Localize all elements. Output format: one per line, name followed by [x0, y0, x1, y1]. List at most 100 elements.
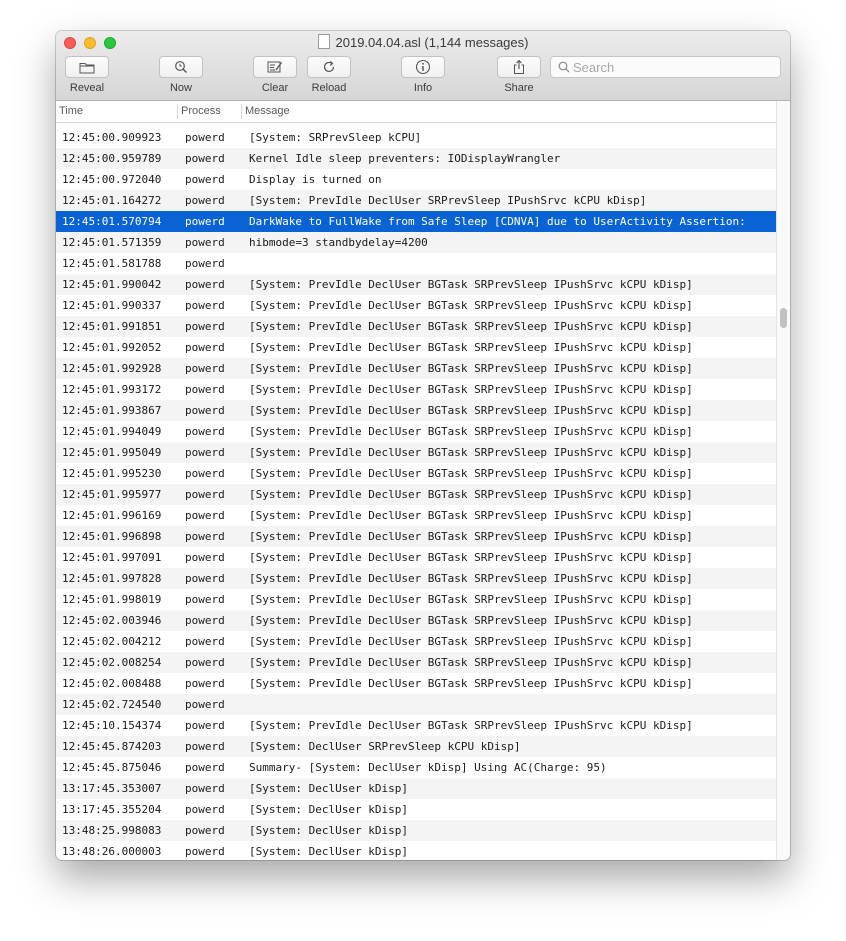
table-row[interactable]: 12:45:00.959789 powerd Kernel Idle sleep p… [56, 148, 776, 169]
row-message: [System: PrevIdle DeclUser BGTask SRPrev… [249, 719, 693, 732]
column-divider[interactable] [177, 104, 178, 119]
row-process: powerd [185, 362, 225, 375]
row-time: 12:45:01.992052 [62, 341, 162, 354]
row-process: powerd [185, 509, 225, 522]
table-row[interactable]: 12:45:01.995230 powerd [System: PrevIdle D… [56, 463, 776, 484]
row-process: powerd [185, 593, 225, 606]
row-message: [System: PrevIdle DeclUser BGTask SRPrev… [249, 299, 693, 312]
row-process: powerd [185, 635, 225, 648]
table-row[interactable]: 12:45:00.909923 powerd [System: SRPrevSlee… [56, 127, 776, 148]
table-row[interactable]: 12:45:45.875046 powerd Summary- [System: D… [56, 757, 776, 778]
row-message: [System: PrevIdle DeclUser BGTask SRPrev… [249, 467, 693, 480]
info-button[interactable] [401, 56, 445, 78]
row-time: 12:45:01.994049 [62, 425, 162, 438]
table-row[interactable]: 12:45:10.154374 powerd [System: PrevIdle D… [56, 715, 776, 736]
table-row[interactable]: 12:45:02.008488 powerd [System: PrevIdle D… [56, 673, 776, 694]
row-message: [System: PrevIdle DeclUser BGTask SRPrev… [249, 572, 693, 585]
table-row[interactable]: 12:45:01.581788 powerd [56, 253, 776, 274]
search-input[interactable] [573, 59, 773, 75]
row-time: 12:45:01.993867 [62, 404, 162, 417]
table-row[interactable]: 12:45:01.997091 powerd [System: PrevIdle D… [56, 547, 776, 568]
vertical-scrollbar[interactable] [776, 101, 790, 860]
row-time: 12:45:02.003946 [62, 614, 162, 627]
table-row[interactable]: 12:45:02.004212 powerd [System: PrevIdle D… [56, 631, 776, 652]
row-time: 12:45:01.993172 [62, 383, 162, 396]
column-divider[interactable] [241, 104, 242, 119]
now-label: Now [169, 82, 192, 94]
table-row[interactable]: 13:48:26.000003 powerd [System: DeclUser k… [56, 841, 776, 860]
search-field[interactable] [550, 56, 781, 78]
row-time: 12:45:02.008488 [62, 677, 162, 690]
row-time: 13:17:45.353007 [62, 782, 162, 795]
table-row[interactable]: 12:45:02.724540 powerd [56, 694, 776, 715]
table-row[interactable]: 13:48:25.998083 powerd [System: DeclUser k… [56, 820, 776, 841]
table-row[interactable]: 12:45:45.874203 powerd [System: DeclUser S… [56, 736, 776, 757]
reveal-label: Reveal [69, 82, 105, 94]
row-time: 12:45:01.997828 [62, 572, 162, 585]
table-row[interactable]: 13:17:45.353007 powerd [System: DeclUser k… [56, 778, 776, 799]
reveal-button[interactable] [65, 56, 109, 78]
row-process: powerd [185, 194, 225, 207]
row-message: [System: PrevIdle DeclUser BGTask SRPrev… [249, 425, 693, 438]
row-time: 12:45:02.008254 [62, 656, 162, 669]
row-message: [System: PrevIdle DeclUser BGTask SRPrev… [249, 635, 693, 648]
row-time: 12:45:01.164272 [62, 194, 162, 207]
table-row[interactable]: 12:45:01.993172 powerd [System: PrevIdle D… [56, 379, 776, 400]
row-message: [System: PrevIdle DeclUser BGTask SRPrev… [249, 530, 693, 543]
magnifier-clock-icon [175, 61, 187, 73]
row-message: [System: DeclUser kDisp] [249, 824, 408, 837]
column-header: Time Process Message [56, 101, 776, 123]
row-time: 12:45:01.997091 [62, 551, 162, 564]
row-process: powerd [185, 152, 225, 165]
table-row[interactable]: 12:45:01.990042 powerd [System: PrevIdle D… [56, 274, 776, 295]
column-header-process[interactable]: Process [181, 105, 221, 117]
table-row[interactable]: 12:45:01.571359 powerd hibmode=3 standbyde… [56, 232, 776, 253]
window-title-text: 2019.04.04.asl (1,144 messages) [335, 35, 529, 50]
now-button[interactable] [159, 56, 203, 78]
table-row[interactable]: 12:45:01.994049 powerd [System: PrevIdle D… [56, 421, 776, 442]
clear-log-icon [267, 61, 283, 73]
share-button[interactable] [497, 56, 541, 78]
table-row[interactable]: 12:45:01.570794 powerd DarkWake to FullWak… [56, 211, 776, 232]
row-time: 12:45:10.154374 [62, 719, 162, 732]
table-row[interactable]: 12:45:01.164272 powerd [System: PrevIdle D… [56, 190, 776, 211]
row-time: 13:48:26.000003 [62, 845, 162, 858]
table-row[interactable]: 12:45:01.991851 powerd [System: PrevIdle D… [56, 316, 776, 337]
row-time: 12:45:01.995049 [62, 446, 162, 459]
row-message: Summary- [System: DeclUser kDisp] Using … [249, 761, 607, 774]
folder-icon [79, 62, 95, 73]
clear-button[interactable] [253, 56, 297, 78]
row-message: [System: PrevIdle DeclUser SRPrevSleep I… [249, 194, 647, 207]
row-process: powerd [185, 341, 225, 354]
scrollbar-thumb[interactable] [780, 308, 787, 328]
column-header-message[interactable]: Message [245, 105, 290, 117]
table-row[interactable]: 12:45:01.992928 powerd [System: PrevIdle D… [56, 358, 776, 379]
table-row[interactable]: 12:45:01.997828 powerd [System: PrevIdle D… [56, 568, 776, 589]
row-message: hibmode=3 standbydelay=4200 [249, 236, 428, 249]
row-message: [System: DeclUser kDisp] [249, 782, 408, 795]
table-row[interactable]: 12:45:01.992052 powerd [System: PrevIdle D… [56, 337, 776, 358]
row-time: 12:45:00.972040 [62, 173, 162, 186]
table-row[interactable]: 12:45:00.972040 powerd Display is turned o… [56, 169, 776, 190]
table-row[interactable]: 12:45:02.008254 powerd [System: PrevIdle D… [56, 652, 776, 673]
row-time: 12:45:01.571359 [62, 236, 162, 249]
table-row[interactable]: 12:45:01.990337 powerd [System: PrevIdle D… [56, 295, 776, 316]
row-message: [System: PrevIdle DeclUser BGTask SRPrev… [249, 509, 693, 522]
row-time: 12:45:01.990337 [62, 299, 162, 312]
table-row[interactable]: 12:45:01.996898 powerd [System: PrevIdle D… [56, 526, 776, 547]
table-row[interactable]: 12:45:01.995977 powerd [System: PrevIdle D… [56, 484, 776, 505]
row-time: 12:45:01.990042 [62, 278, 162, 291]
row-message: Display is turned on [249, 173, 382, 186]
table-row[interactable]: 12:45:01.998019 powerd [System: PrevIdle D… [56, 589, 776, 610]
reload-icon [323, 61, 335, 73]
reload-button[interactable] [307, 56, 351, 78]
table-row[interactable]: 12:45:01.996169 powerd [System: PrevIdle D… [56, 505, 776, 526]
table-row[interactable]: 12:45:01.993867 powerd [System: PrevIdle D… [56, 400, 776, 421]
row-process: powerd [185, 383, 225, 396]
column-header-time[interactable]: Time [59, 105, 83, 117]
row-message: DarkWake to FullWake from Safe Sleep [CD… [249, 215, 746, 228]
table-row[interactable]: 12:45:01.995049 powerd [System: PrevIdle D… [56, 442, 776, 463]
table-row[interactable]: 12:45:02.003946 powerd [System: PrevIdle D… [56, 610, 776, 631]
table-row[interactable]: 13:17:45.355204 powerd [System: DeclUser k… [56, 799, 776, 820]
window-title: 2019.04.04.asl (1,144 messages) [56, 34, 790, 52]
